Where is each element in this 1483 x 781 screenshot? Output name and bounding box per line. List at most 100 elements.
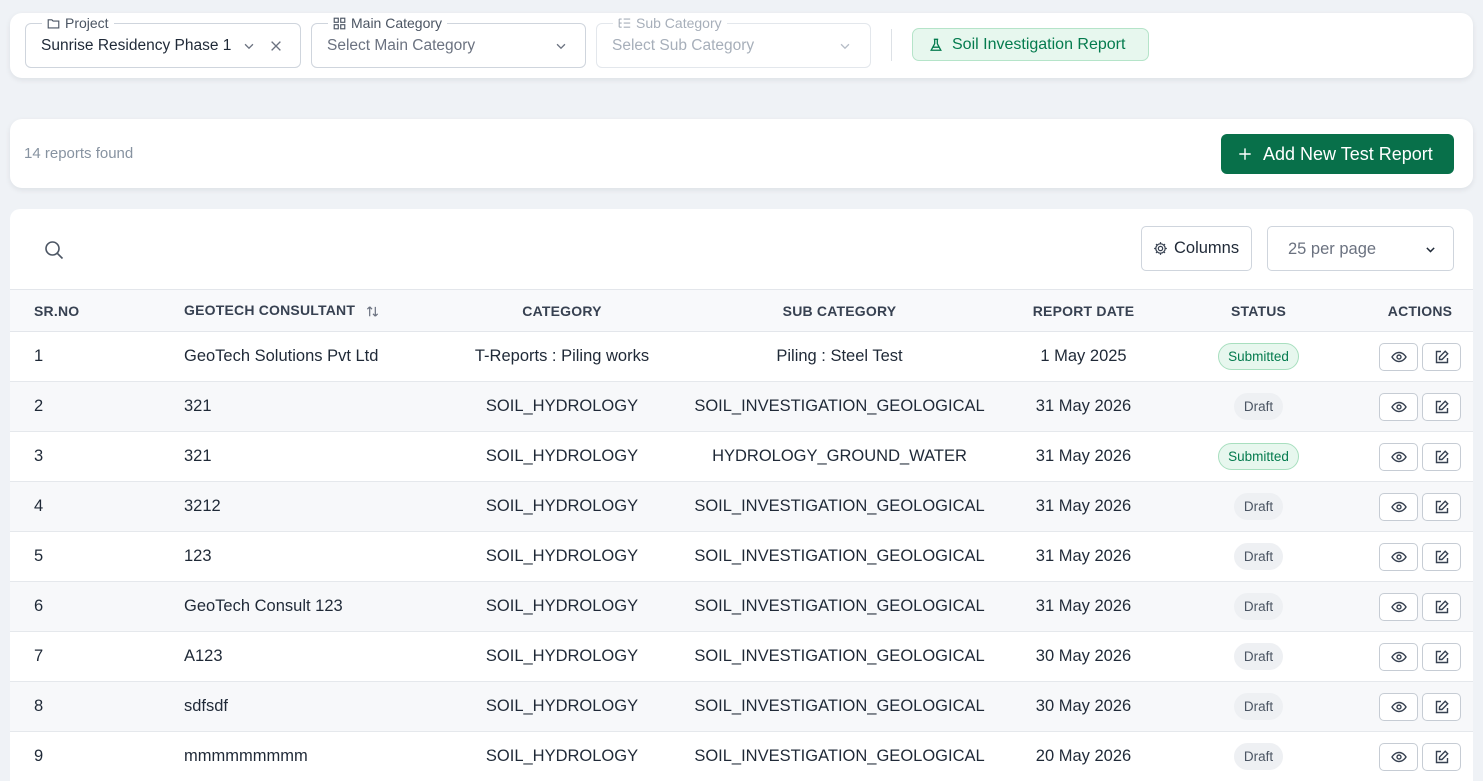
eye-icon xyxy=(1390,349,1407,365)
reports-table: SR.NO GEOTECH CONSULTANT CATEGORY SUB CA… xyxy=(10,289,1473,781)
cell-category: SOIL_HYDROLOGY xyxy=(485,597,639,615)
view-button[interactable] xyxy=(1379,342,1418,371)
view-button[interactable] xyxy=(1379,592,1418,621)
summary-bar: 14 reports found Add New Test Report xyxy=(10,119,1473,188)
sort-icon[interactable] xyxy=(365,304,380,319)
cell-consultant: 321 xyxy=(184,397,212,415)
cell-status: Submitted xyxy=(1150,332,1367,382)
col-header-srno[interactable]: SR.NO xyxy=(10,289,184,332)
edit-button[interactable] xyxy=(1422,442,1461,471)
cell-status: Draft xyxy=(1150,682,1367,732)
table-row[interactable]: 2 321 SOIL_HYDROLOGY SOIL_INVESTIGATION_GEO… xyxy=(10,381,1473,432)
cell-sub-category: SOIL_INVESTIGATION_GEOLOGICAL xyxy=(694,547,985,565)
per-page-select[interactable]: 25 per page xyxy=(1267,226,1454,271)
cell-sub-category: SOIL_INVESTIGATION_GEOLOGICAL xyxy=(694,747,985,765)
per-page-value: 25 per page xyxy=(1288,240,1377,258)
table-row[interactable]: 8 sdfsdf SOIL_HYDROLOGY SOIL_INVESTIGATION_… xyxy=(10,681,1473,732)
view-button[interactable] xyxy=(1379,392,1418,421)
main-category-placeholder: Select Main Category xyxy=(327,37,476,54)
cell-actions xyxy=(1367,532,1473,582)
table-row[interactable]: 5 123 SOIL_HYDROLOGY SOIL_INVESTIGATION_GEO… xyxy=(10,532,1473,582)
clear-icon[interactable] xyxy=(269,39,283,53)
edit-button[interactable] xyxy=(1422,542,1461,571)
edit-button[interactable] xyxy=(1422,692,1461,721)
table-row[interactable]: 4 3212 SOIL_HYDROLOGY SOIL_INVESTIGATION_GE… xyxy=(10,481,1473,532)
plus-icon xyxy=(1239,148,1251,160)
eye-icon xyxy=(1390,549,1407,565)
cell-actions xyxy=(1367,382,1473,432)
col-header-status[interactable]: STATUS xyxy=(1150,289,1367,332)
project-select[interactable]: Project Sunrise Residency Phase 1 xyxy=(25,16,301,68)
cell-consultant: GeoTech Consult 123 xyxy=(184,597,343,615)
sub-category-select[interactable]: Sub Category Select Sub Category xyxy=(596,16,871,68)
cell-srno: 5 xyxy=(34,547,44,565)
cell-report-date: 31 May 2026 xyxy=(1035,547,1132,565)
edit-button[interactable] xyxy=(1422,342,1461,371)
columns-button[interactable]: Columns xyxy=(1141,226,1252,271)
cell-category: SOIL_HYDROLOGY xyxy=(485,647,639,665)
cell-consultant: mmmmmmmmm xyxy=(184,747,308,765)
view-button[interactable] xyxy=(1379,642,1418,671)
project-select-value: Sunrise Residency Phase 1 xyxy=(41,37,232,54)
cell-consultant: A123 xyxy=(184,647,223,665)
edit-button[interactable] xyxy=(1422,392,1461,421)
chevron-down-icon[interactable] xyxy=(554,39,568,53)
cell-actions xyxy=(1367,432,1473,482)
sub-category-legend: Sub Category xyxy=(613,16,727,31)
cell-consultant: 3212 xyxy=(184,497,221,515)
status-badge: Draft xyxy=(1233,493,1284,520)
view-button[interactable] xyxy=(1379,742,1418,771)
columns-button-label: Columns xyxy=(1174,239,1240,257)
cell-consultant: 123 xyxy=(184,547,212,565)
flask-icon xyxy=(930,38,942,51)
chevron-down-icon[interactable] xyxy=(838,39,852,53)
status-badge: Draft xyxy=(1233,743,1284,770)
search-icon[interactable] xyxy=(44,240,64,260)
edit-button[interactable] xyxy=(1422,492,1461,521)
table-row[interactable]: 7 A123 SOIL_HYDROLOGY SOIL_INVESTIGATION_GE… xyxy=(10,632,1473,682)
edit-button[interactable] xyxy=(1422,592,1461,621)
view-button[interactable] xyxy=(1379,492,1418,521)
edit-button[interactable] xyxy=(1422,642,1461,671)
chevron-down-icon[interactable] xyxy=(242,39,256,53)
edit-icon xyxy=(1434,499,1450,515)
cell-srno: 9 xyxy=(34,747,44,765)
table-row[interactable]: 9 mmmmmmmmm SOIL_HYDROLOGY SOIL_INVESTIGATI… xyxy=(10,732,1473,781)
main-category-select[interactable]: Main Category Select Main Category xyxy=(311,16,586,68)
view-button[interactable] xyxy=(1379,542,1418,571)
reports-table-card: Columns 25 per page SR.NO GEOTECH CONSUL… xyxy=(10,209,1473,781)
grid-icon xyxy=(333,17,346,30)
add-new-test-report-button[interactable]: Add New Test Report xyxy=(1221,134,1454,174)
cell-sub-category: SOIL_INVESTIGATION_GEOLOGICAL xyxy=(694,397,985,415)
col-header-consultant[interactable]: GEOTECH CONSULTANT xyxy=(184,289,462,332)
view-button[interactable] xyxy=(1379,442,1418,471)
eye-icon xyxy=(1390,699,1407,715)
cell-report-date: 31 May 2026 xyxy=(1035,597,1132,615)
view-button[interactable] xyxy=(1379,692,1418,721)
cell-sub-category: SOIL_INVESTIGATION_GEOLOGICAL xyxy=(694,597,985,615)
cell-status: Draft xyxy=(1150,582,1367,632)
filter-bar: Project Sunrise Residency Phase 1 Main C… xyxy=(10,13,1473,78)
cell-report-date: 31 May 2026 xyxy=(1035,497,1132,515)
table-row[interactable]: 3 321 SOIL_HYDROLOGY HYDROLOGY_GROUND_WATER… xyxy=(10,432,1473,482)
cell-srno: 3 xyxy=(34,447,44,465)
status-badge: Draft xyxy=(1233,643,1284,670)
cell-category: T-Reports : Piling works xyxy=(474,347,650,365)
gear-icon xyxy=(1154,242,1167,255)
col-header-report-date[interactable]: REPORT DATE xyxy=(1017,289,1150,332)
col-header-category[interactable]: CATEGORY xyxy=(462,289,662,332)
edit-button[interactable] xyxy=(1422,742,1461,771)
cell-actions xyxy=(1367,582,1473,632)
eye-icon xyxy=(1390,499,1407,515)
cell-status: Submitted xyxy=(1150,432,1367,482)
report-type-chip[interactable]: Soil Investigation Report xyxy=(912,28,1149,61)
edit-icon xyxy=(1434,749,1450,765)
folder-icon xyxy=(47,19,60,29)
table-row[interactable]: 1 GeoTech Solutions Pvt Ltd T-Reports : Pi… xyxy=(10,332,1473,382)
col-header-sub-category[interactable]: SUB CATEGORY xyxy=(662,289,1017,332)
cell-category: SOIL_HYDROLOGY xyxy=(485,547,639,565)
table-row[interactable]: 6 GeoTech Consult 123 SOIL_HYDROLOGY SOIL_I… xyxy=(10,581,1473,632)
eye-icon xyxy=(1390,599,1407,615)
main-category-legend-label: Main Category xyxy=(351,15,443,31)
sub-category-legend-label: Sub Category xyxy=(636,15,722,31)
